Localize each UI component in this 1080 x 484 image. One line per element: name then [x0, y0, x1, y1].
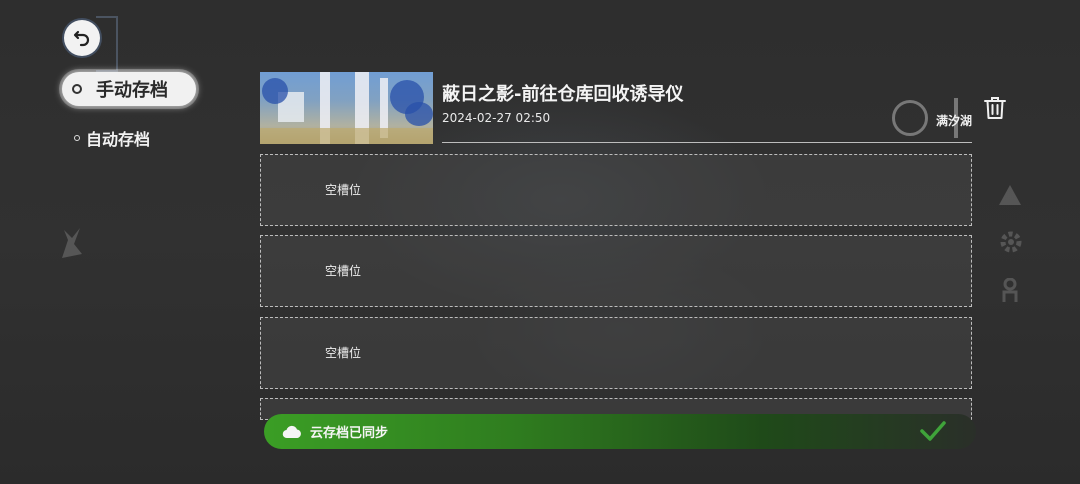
back-button-frame: [96, 16, 118, 72]
cloud-icon: [282, 425, 301, 438]
trash-icon: [984, 97, 1006, 119]
save-divider: [442, 142, 972, 143]
save-location: 满汐湖: [935, 114, 972, 128]
save-list: 蔽日之影-前往仓库回收诱导仪 2024-02-27 02:50 满汐湖: [260, 72, 972, 144]
faded-person-icon: [1002, 277, 1018, 306]
empty-slot-label: 空槽位: [325, 264, 362, 278]
empty-slot-1[interactable]: 空槽位: [260, 154, 972, 226]
tab-manual-save-label: 手动存档: [96, 80, 168, 101]
back-arrow-icon: [73, 30, 90, 47]
tab-auto-save[interactable]: 自动存档: [74, 126, 150, 150]
save-title: 蔽日之影-前往仓库回收诱导仪: [442, 84, 684, 105]
faded-gear-icon: [1000, 231, 1022, 257]
tab-indicator-dot: [74, 135, 80, 141]
tab-manual-save[interactable]: 手动存档: [62, 72, 196, 106]
save-slot-1[interactable]: 蔽日之影-前往仓库回收诱导仪 2024-02-27 02:50 满汐湖: [260, 72, 972, 144]
cloud-sync-label: 云存档已同步: [310, 426, 389, 441]
save-thumbnail: [260, 72, 433, 144]
empty-slot-3[interactable]: 空槽位: [260, 317, 972, 389]
faded-warning-icon: [998, 184, 1022, 210]
tab-auto-save-label: 自动存档: [86, 130, 151, 149]
back-button[interactable]: [64, 20, 100, 56]
location-ring-decor: [892, 100, 928, 136]
cloud-sync-status: 云存档已同步: [264, 414, 976, 449]
tab-indicator-dot: [72, 84, 82, 94]
empty-slot-2[interactable]: 空槽位: [260, 235, 972, 307]
save-datetime: 2024-02-27 02:50: [442, 111, 551, 125]
empty-slot-label: 空槽位: [325, 346, 362, 360]
check-icon: [920, 421, 946, 441]
faded-account-icon: [58, 226, 84, 264]
empty-slot-label: 空槽位: [325, 183, 362, 197]
delete-save-button[interactable]: [984, 96, 1006, 120]
